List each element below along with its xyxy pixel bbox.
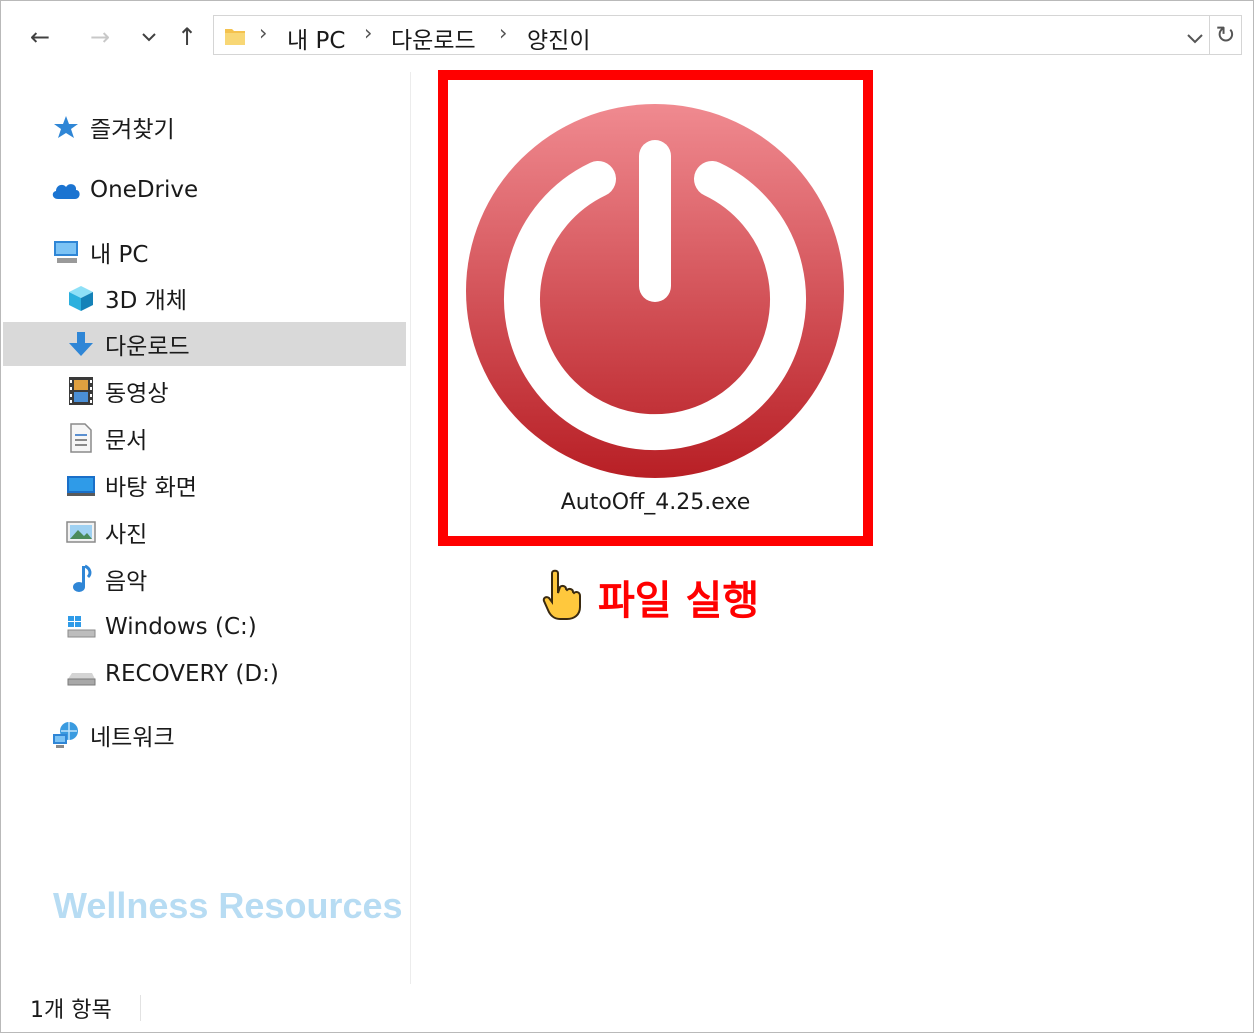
- sidebar-item-label: 동영상: [105, 381, 169, 407]
- sidebar-item-this-pc[interactable]: 내 PC: [50, 230, 148, 274]
- sidebar-item-label: 문서: [105, 428, 148, 454]
- sidebar-item-windows-drive[interactable]: Windows (C:): [65, 605, 257, 649]
- sidebar-item-network[interactable]: 네트워크: [50, 713, 175, 757]
- breadcrumb-separator-icon: ›: [364, 21, 373, 45]
- cube-icon: [65, 282, 97, 314]
- desktop-icon: [65, 469, 97, 501]
- sidebar-item-label: OneDrive: [90, 177, 199, 203]
- sidebar-item-desktop[interactable]: 바탕 화면: [65, 463, 197, 507]
- windows-drive-icon: [65, 611, 97, 643]
- sidebar-item-label: 내 PC: [90, 242, 149, 268]
- network-icon: [50, 719, 82, 751]
- back-arrow-icon[interactable]: ←: [23, 20, 57, 54]
- recent-locations-chevron-icon[interactable]: [132, 20, 166, 54]
- sidebar-item-label: RECOVERY (D:): [105, 661, 279, 687]
- pointing-hand-icon: [540, 569, 584, 625]
- drive-icon: [65, 658, 97, 690]
- watermark-text: Wellness Resources: [53, 885, 403, 926]
- address-dropdown-chevron-icon[interactable]: [1187, 25, 1203, 49]
- status-divider: [140, 995, 141, 1021]
- sidebar-item-documents[interactable]: 문서: [65, 416, 147, 460]
- navigation-bar: ← → ↑ › 내 PC › 다운로드 › 양진이 ↻: [0, 0, 1254, 72]
- sidebar-item-label: 즐겨찾기: [90, 117, 175, 143]
- document-icon: [65, 422, 97, 454]
- callout-text: 파일 실행: [598, 578, 760, 624]
- sidebar-item-onedrive[interactable]: OneDrive: [50, 168, 198, 212]
- sidebar-item-label: 음악: [105, 569, 148, 595]
- sidebar-item-recovery-drive[interactable]: RECOVERY (D:): [65, 652, 279, 696]
- film-icon: [65, 375, 97, 407]
- sidebar-item-music[interactable]: 음악: [65, 557, 147, 601]
- sidebar-item-label: 사진: [105, 522, 148, 548]
- navigation-pane: 즐겨찾기 OneDrive 내 PC 3D 개체 다운로드 동영상 문서 바탕 …: [0, 72, 411, 984]
- star-icon: [50, 111, 82, 143]
- sidebar-item-label: 바탕 화면: [105, 475, 197, 501]
- highlight-box: [438, 70, 873, 546]
- address-bar[interactable]: › 내 PC › 다운로드 › 양진이: [213, 15, 1210, 55]
- cloud-icon: [50, 174, 82, 206]
- sidebar-item-downloads[interactable]: 다운로드: [3, 322, 406, 366]
- computer-icon: [50, 236, 82, 268]
- sidebar-item-label: 네트워크: [90, 725, 175, 751]
- breadcrumb-downloads[interactable]: 다운로드: [391, 21, 476, 55]
- sidebar-item-videos[interactable]: 동영상: [65, 369, 168, 413]
- breadcrumb-separator-icon: ›: [499, 21, 508, 45]
- picture-icon: [65, 516, 97, 548]
- callout: 파일 실행: [540, 568, 759, 626]
- breadcrumb-this-pc[interactable]: 내 PC: [287, 21, 345, 55]
- sidebar-item-label: 다운로드: [105, 334, 190, 360]
- breadcrumb-separator-icon: ›: [259, 21, 268, 45]
- folder-icon: [224, 25, 246, 51]
- music-note-icon: [65, 563, 97, 595]
- forward-arrow-icon[interactable]: →: [83, 20, 117, 54]
- sidebar-item-label: Windows (C:): [105, 614, 257, 640]
- breadcrumb-current-folder[interactable]: 양진이: [527, 21, 590, 55]
- up-arrow-icon[interactable]: ↑: [170, 20, 204, 54]
- sidebar-item-favorites[interactable]: 즐겨찾기: [50, 105, 175, 149]
- sidebar-item-3d-objects[interactable]: 3D 개체: [65, 276, 187, 320]
- refresh-icon[interactable]: ↻: [1210, 15, 1242, 55]
- sidebar-item-label: 3D 개체: [105, 288, 187, 314]
- download-arrow-icon: [65, 328, 97, 360]
- status-item-count: 1개 항목: [30, 998, 112, 1023]
- sidebar-item-pictures[interactable]: 사진: [65, 510, 147, 554]
